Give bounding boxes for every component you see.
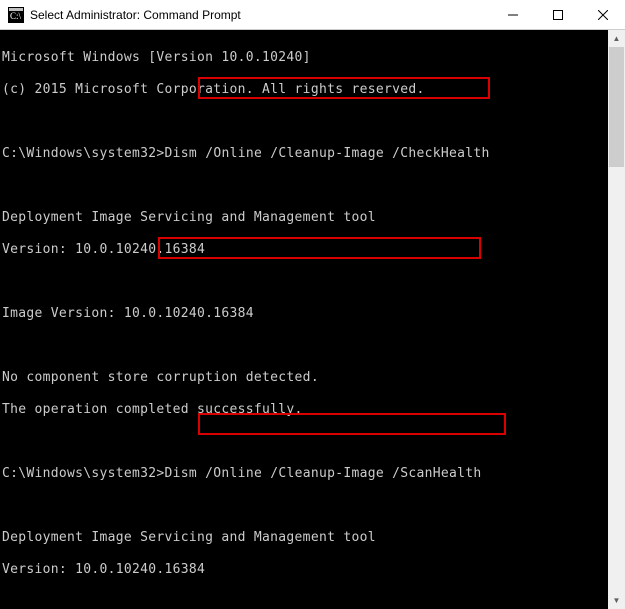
window-title: Select Administrator: Command Prompt xyxy=(30,8,490,22)
close-button[interactable] xyxy=(580,0,625,29)
scroll-down-button[interactable]: ▼ xyxy=(608,592,625,609)
cmd1-line: C:\Windows\system32>Dism /Online /Cleanu… xyxy=(2,146,608,162)
cmd-icon: C:\ xyxy=(8,7,24,23)
no-corruption: No component store corruption detected. xyxy=(2,370,608,386)
dism-header: Deployment Image Servicing and Managemen… xyxy=(2,210,608,226)
minimize-button[interactable] xyxy=(490,0,535,29)
cmd2-line: C:\Windows\system32>Dism /Online /Cleanu… xyxy=(2,466,608,482)
image-version: Image Version: 10.0.10240.16384 xyxy=(2,306,608,322)
scroll-thumb[interactable] xyxy=(609,47,624,167)
window-titlebar: C:\ Select Administrator: Command Prompt xyxy=(0,0,625,30)
maximize-button[interactable] xyxy=(535,0,580,29)
os-version-line: Microsoft Windows [Version 10.0.10240] xyxy=(2,50,608,66)
scroll-up-button[interactable]: ▲ xyxy=(608,30,625,47)
terminal-output[interactable]: Microsoft Windows [Version 10.0.10240] (… xyxy=(0,34,608,609)
dism-version: Version: 10.0.10240.16384 xyxy=(2,242,608,258)
dism-header-2: Deployment Image Servicing and Managemen… xyxy=(2,530,608,546)
svg-text:C:\: C:\ xyxy=(10,11,22,21)
vertical-scrollbar[interactable]: ▲ ▼ xyxy=(608,30,625,609)
dism-version-2: Version: 10.0.10240.16384 xyxy=(2,562,608,578)
client-area: Microsoft Windows [Version 10.0.10240] (… xyxy=(0,30,625,609)
copyright-line: (c) 2015 Microsoft Corporation. All righ… xyxy=(2,82,608,98)
op-success: The operation completed successfully. xyxy=(2,402,608,418)
window-controls xyxy=(490,0,625,29)
